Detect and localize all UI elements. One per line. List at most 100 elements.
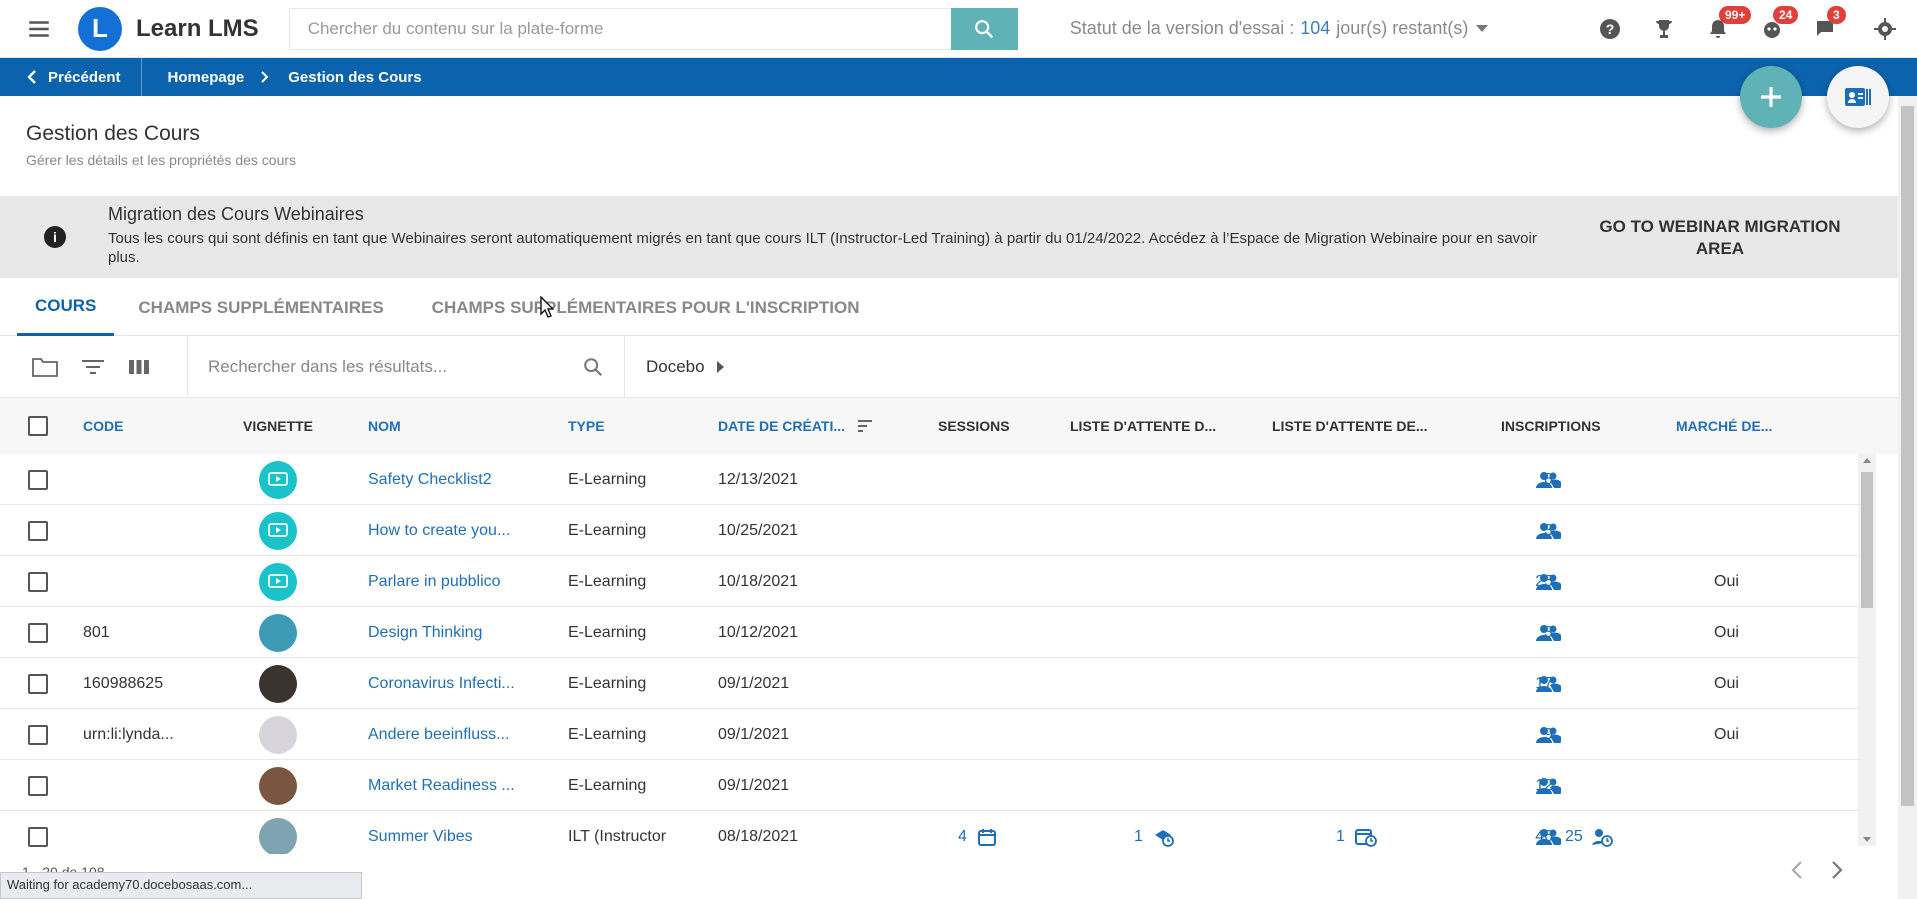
marketplace-value: Oui xyxy=(1714,674,1739,692)
people-icon[interactable] xyxy=(1527,760,1562,811)
row-checkbox[interactable] xyxy=(28,505,48,556)
sessions-cell[interactable]: 4 xyxy=(958,811,997,854)
row-checkbox[interactable] xyxy=(28,556,48,607)
people-icon[interactable] xyxy=(1527,505,1562,556)
tab-additional-fields[interactable]: CHAMPS SUPPLÉMENTAIRES xyxy=(114,280,407,336)
people-icon[interactable] xyxy=(1527,709,1562,760)
results-search-placeholder: Rechercher dans les résultats... xyxy=(208,357,448,376)
app-logo[interactable]: L Learn LMS xyxy=(78,0,281,58)
course-name-link[interactable]: Design Thinking xyxy=(368,607,482,658)
trophy-icon[interactable] xyxy=(1637,0,1691,58)
table-scroll-thumb[interactable] xyxy=(1861,472,1873,608)
course-created-date: 08/18/2021 xyxy=(718,827,799,845)
course-name-link[interactable]: Coronavirus Infecti... xyxy=(368,658,515,709)
course-name-link[interactable]: Andere beeinfluss... xyxy=(368,709,509,760)
course-name-link[interactable]: Parlare in pubblico xyxy=(368,556,501,607)
col-code[interactable]: CODE xyxy=(83,398,123,454)
chevron-left-icon[interactable] xyxy=(1790,860,1804,880)
page-scroll-thumb[interactable] xyxy=(1901,106,1914,806)
col-enrollments: INSCRIPTIONS xyxy=(1501,418,1601,434)
chevron-left-icon xyxy=(27,70,36,84)
global-search-input[interactable]: Chercher du contenu sur la plate-forme xyxy=(288,7,951,50)
trial-status[interactable]: Statut de la version d'essai : 104 jour(… xyxy=(1070,18,1489,39)
catalog-button[interactable] xyxy=(1827,66,1889,128)
breadcrumb-homepage[interactable]: Homepage xyxy=(168,69,245,86)
course-thumbnail xyxy=(259,454,297,505)
waitlist-1-cell[interactable]: 1 xyxy=(1134,811,1175,854)
columns-icon[interactable] xyxy=(116,336,162,398)
waitlist-2-cell[interactable]: 1 xyxy=(1336,811,1377,854)
row-checkbox[interactable] xyxy=(28,760,48,811)
table-row[interactable]: How to create you... E-Learning 10/25/2021… xyxy=(0,505,1860,556)
webinar-migration-button[interactable]: GO TO WEBINAR MIGRATION AREA xyxy=(1580,216,1860,260)
global-search-button[interactable] xyxy=(950,7,1018,50)
people-icon[interactable] xyxy=(1527,607,1562,658)
checkbox xyxy=(28,469,48,490)
page-scrollbar[interactable] xyxy=(1898,96,1917,899)
add-course-button[interactable] xyxy=(1740,66,1802,128)
thumbnail-image xyxy=(259,460,297,499)
col-name[interactable]: NOM xyxy=(368,398,401,454)
tab-courses[interactable]: COURS xyxy=(17,280,115,336)
course-type: E-Learning xyxy=(568,776,647,794)
chevron-right-icon[interactable] xyxy=(1830,860,1844,880)
table-row[interactable]: Parlare in pubblicoE-Learning10/18/20212… xyxy=(0,556,1860,607)
course-type: E-Learning xyxy=(568,725,647,743)
caret-right-icon xyxy=(716,361,724,373)
course-name-link[interactable]: Market Readiness ... xyxy=(368,760,515,811)
course-name-link[interactable]: Safety Checklist2 xyxy=(368,454,492,505)
people-icon[interactable] xyxy=(1527,658,1562,709)
select-all-checkbox[interactable] xyxy=(28,398,48,454)
breadcrumb-current: Gestion des Cours xyxy=(288,68,422,86)
gear-icon[interactable] xyxy=(1853,0,1917,58)
table-row[interactable]: Market Readiness ...E-Learning09/1/20211… xyxy=(0,760,1860,811)
table-row[interactable]: 160988625 Coronavirus Infecti... E-Learnin… xyxy=(0,658,1860,709)
table-row[interactable]: 801 Design Thinking E-Learning 10/12/2021 3 O… xyxy=(0,607,1860,658)
assistant-button[interactable]: 24 xyxy=(1745,0,1799,58)
table-scrollbar[interactable] xyxy=(1858,454,1876,846)
table-row[interactable]: Summer Vibes ILT (Instructor 08/18/2021 4 1 1… xyxy=(0,811,1860,854)
filter-icon[interactable] xyxy=(70,336,116,398)
row-checkbox[interactable] xyxy=(28,709,48,760)
chat-badge: 3 xyxy=(1827,6,1846,24)
course-type: E-Learning xyxy=(568,623,647,641)
col-created[interactable]: DATE DE CRÉATI... xyxy=(718,398,873,454)
back-button[interactable]: Précédent xyxy=(0,58,142,96)
caret-down-icon xyxy=(1476,25,1489,32)
table-row[interactable]: urn:li:lynda... Andere beeinfluss... E-Lea… xyxy=(0,709,1860,760)
help-icon[interactable]: ? xyxy=(1583,0,1637,58)
row-checkbox[interactable] xyxy=(28,658,48,709)
tab-enrollment-fields[interactable]: CHAMPS SUPPLÉMENTAIRES POUR L'INSCRIPTIO… xyxy=(408,280,884,336)
browser-status: Waiting for academy70.docebosaas.com... xyxy=(0,872,362,899)
table-header: CODE VIGNETTE NOM TYPE DATE DE CRÉATI...… xyxy=(0,398,1898,454)
svg-text:?: ? xyxy=(1606,21,1615,37)
row-checkbox[interactable] xyxy=(28,454,48,505)
people-icon[interactable] xyxy=(1527,454,1562,505)
course-code: 801 xyxy=(83,623,110,641)
col-marketplace[interactable]: MARCHÉ DE... xyxy=(1676,398,1772,454)
marketplace-value: Oui xyxy=(1714,725,1739,743)
user-clock-icon xyxy=(1591,828,1613,847)
col-sessions: SESSIONS xyxy=(938,418,1010,434)
col-type[interactable]: TYPE xyxy=(568,398,605,454)
people-icon[interactable] xyxy=(1527,556,1562,607)
pending-enrollments-cell[interactable]: 25 xyxy=(1565,811,1613,854)
menu-icon[interactable] xyxy=(0,0,78,58)
checkbox xyxy=(28,571,48,592)
branch-selector[interactable]: Docebo xyxy=(646,336,724,398)
course-created-date: 10/12/2021 xyxy=(718,623,799,641)
course-name-link[interactable]: Summer Vibes xyxy=(368,811,473,854)
course-created-date: 10/25/2021 xyxy=(718,521,799,539)
people-icon[interactable] xyxy=(1527,811,1562,854)
results-search-input[interactable]: Rechercher dans les résultats... xyxy=(187,336,625,398)
notifications-bell[interactable]: 99+ xyxy=(1691,0,1752,58)
row-checkbox[interactable] xyxy=(28,811,48,854)
row-checkbox[interactable] xyxy=(28,607,48,658)
video-icon xyxy=(268,573,288,588)
sessions-count: 4 xyxy=(958,827,967,845)
table-row[interactable]: Safety Checklist2 E-Learning 12/13/2021 8 xyxy=(0,454,1860,505)
course-name-link[interactable]: How to create you... xyxy=(368,505,510,556)
chat-button[interactable]: 3 xyxy=(1799,0,1853,58)
video-icon xyxy=(268,522,288,537)
folder-icon[interactable] xyxy=(22,336,68,398)
